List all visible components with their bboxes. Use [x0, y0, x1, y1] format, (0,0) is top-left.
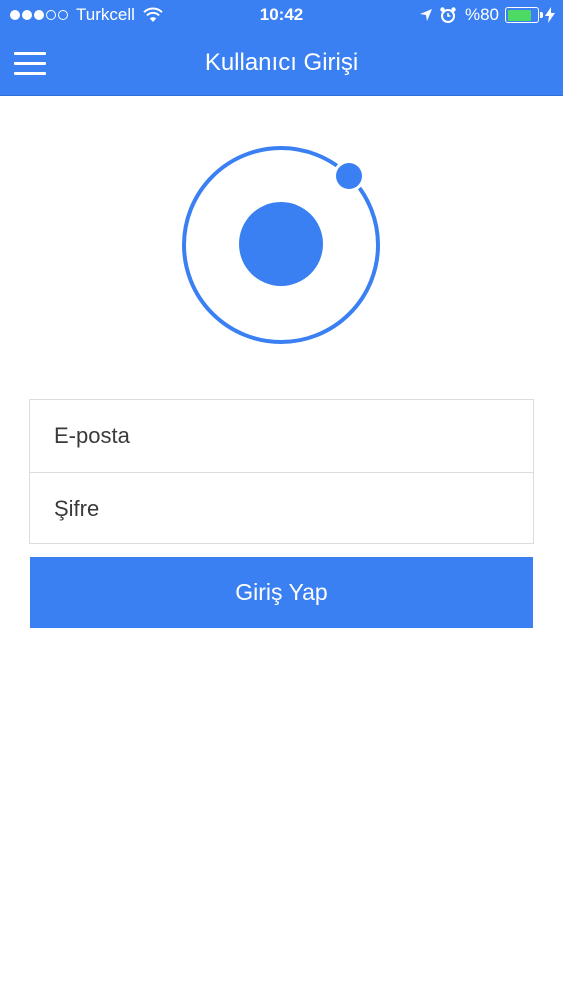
- charging-bolt-icon: [545, 7, 555, 23]
- battery-icon: [505, 7, 543, 23]
- login-form: [29, 399, 534, 545]
- battery-percent: %80: [464, 5, 499, 24]
- password-item: [30, 472, 533, 545]
- password-field[interactable]: [54, 473, 514, 545]
- login-button[interactable]: Giriş Yap: [30, 557, 533, 628]
- battery-cap: [540, 12, 543, 18]
- email-field[interactable]: [54, 400, 514, 472]
- status-right-group: %80: [413, 5, 555, 25]
- status-bar: Turkcell 10:42 %80: [0, 0, 563, 32]
- alarm-clock-icon: [440, 7, 456, 23]
- ionic-logo-icon: [182, 146, 380, 344]
- page-title: Kullanıcı Girişi: [204, 49, 359, 76]
- location-arrow-icon: [419, 9, 432, 21]
- app-header: Turkcell 10:42 %80 Kullanıcı Girişi: [0, 0, 563, 96]
- email-item: [30, 400, 533, 472]
- battery-level-fill: [507, 9, 531, 21]
